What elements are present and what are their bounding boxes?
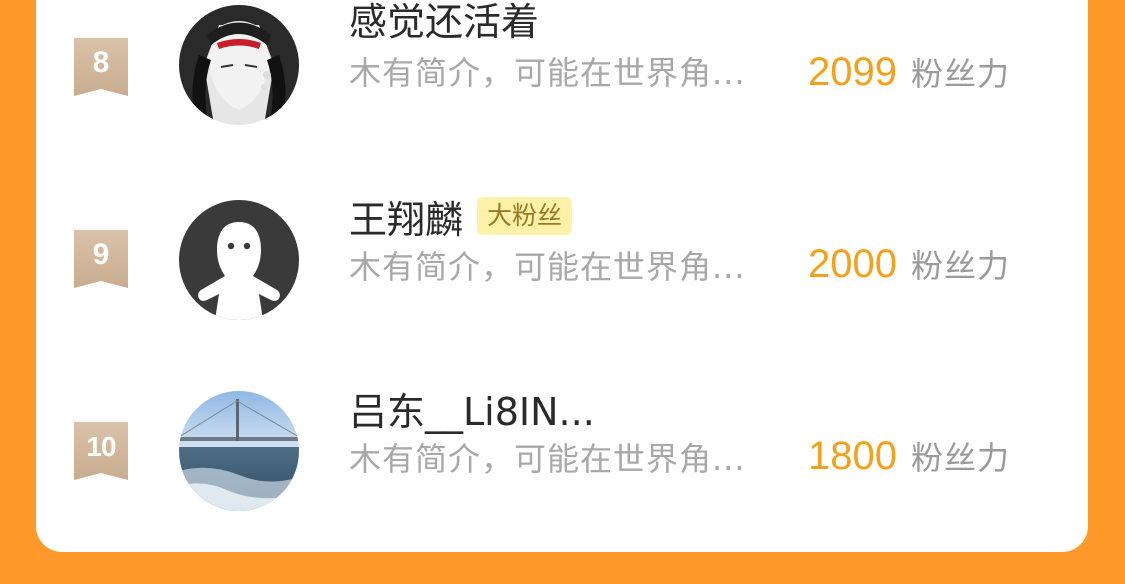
fans-power: 2099 粉丝力 (808, 47, 1010, 97)
bridge-sea-avatar-icon (179, 391, 299, 511)
avatar[interactable] (179, 5, 299, 125)
user-intro: 木有简介，可能在世界角... (349, 440, 746, 478)
fans-power: 1800 粉丝力 (808, 431, 1010, 481)
fans-power-unit: 粉丝力 (910, 55, 1010, 93)
fans-power-number: 2099 (808, 49, 897, 94)
fans-power: 2000 粉丝力 (808, 239, 1010, 289)
list-item[interactable]: 8 感觉还活着 木有简介，可能在世界角... 2099 粉丝力 (36, 0, 1088, 150)
anime-girl-avatar-icon (179, 5, 299, 125)
name-line: 感觉还活着 (349, 0, 539, 44)
fans-power-unit: 粉丝力 (910, 247, 1010, 285)
name-line: 吕东__Li8IN... (349, 382, 595, 434)
rank-flag: 10 (74, 422, 128, 480)
rank-flag: 8 (74, 38, 128, 96)
user-intro: 木有简介，可能在世界角... (349, 54, 746, 92)
fans-power-number: 2000 (808, 241, 897, 286)
user-name[interactable]: 感觉还活着 (349, 0, 539, 46)
fans-power-unit: 粉丝力 (910, 439, 1010, 477)
user-name[interactable]: 王翔麟 (349, 189, 463, 244)
list-item[interactable]: 10 吕东__Li8IN... 木有简介，可能在世界角... 1800 粉丝力 (36, 384, 1088, 534)
fans-power-number: 1800 (808, 433, 897, 478)
rank-flag: 9 (74, 230, 128, 288)
list-item[interactable]: 9 王翔麟 大粉丝 木有简介，可能在世界角... 2000 粉丝力 (36, 192, 1088, 342)
user-intro: 木有简介，可能在世界角... (349, 248, 746, 286)
fan-ranking-card: 8 感觉还活着 木有简介，可能在世界角... 2099 粉丝力 9 王翔麟 大粉… (36, 0, 1088, 552)
fan-level-badge: 大粉丝 (477, 197, 573, 235)
name-line: 王翔麟 大粉丝 (349, 189, 573, 244)
avatar[interactable] (179, 200, 299, 320)
default-avatar-icon (179, 200, 299, 320)
avatar[interactable] (179, 391, 299, 511)
user-name[interactable]: 吕东__Li8IN... (349, 381, 595, 436)
